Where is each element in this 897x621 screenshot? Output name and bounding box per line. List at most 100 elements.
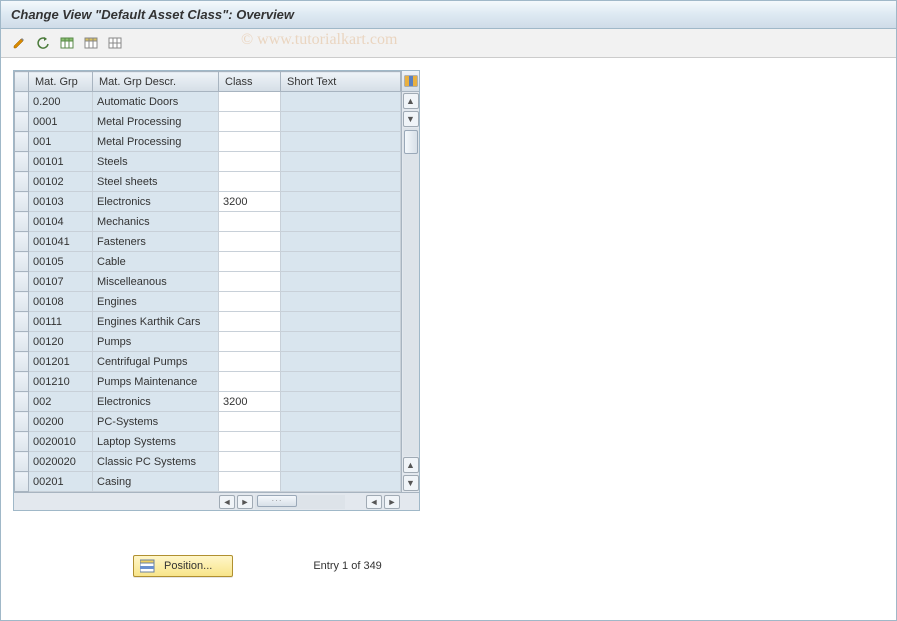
cell-class[interactable] <box>219 372 281 392</box>
cell-mat-grp[interactable]: 00111 <box>29 312 93 332</box>
cell-mat-grp-descr[interactable]: Electronics <box>93 392 219 412</box>
cell-mat-grp[interactable]: 001210 <box>29 372 93 392</box>
cell-mat-grp-descr[interactable]: Classic PC Systems <box>93 452 219 472</box>
table-row[interactable]: 00111Engines Karthik Cars <box>15 312 401 332</box>
cell-mat-grp-descr[interactable]: Engines Karthik Cars <box>93 312 219 332</box>
cell-mat-grp[interactable]: 0020020 <box>29 452 93 472</box>
table-row[interactable]: 001041Fasteners <box>15 232 401 252</box>
cell-mat-grp-descr[interactable]: Electronics <box>93 192 219 212</box>
cell-class[interactable] <box>219 272 281 292</box>
table-row[interactable]: 00200PC-Systems <box>15 412 401 432</box>
row-selector[interactable] <box>15 292 29 312</box>
cell-class[interactable]: 3200 <box>219 192 281 212</box>
row-selector[interactable] <box>15 452 29 472</box>
col-header-mat-grp[interactable]: Mat. Grp <box>29 72 93 92</box>
cell-short-text[interactable] <box>281 452 401 472</box>
table-row[interactable]: 00102Steel sheets <box>15 172 401 192</box>
cell-mat-grp[interactable]: 00107 <box>29 272 93 292</box>
cell-class[interactable] <box>219 432 281 452</box>
cell-mat-grp[interactable]: 00103 <box>29 192 93 212</box>
cell-class[interactable] <box>219 252 281 272</box>
cell-mat-grp-descr[interactable]: Miscelleanous <box>93 272 219 292</box>
scroll-up-bottom-icon[interactable]: ▲ <box>403 457 419 473</box>
cell-class[interactable] <box>219 212 281 232</box>
row-selector[interactable] <box>15 412 29 432</box>
row-selector[interactable] <box>15 392 29 412</box>
table-row[interactable]: 00107Miscelleanous <box>15 272 401 292</box>
row-selector[interactable] <box>15 352 29 372</box>
cell-class[interactable] <box>219 472 281 492</box>
cell-mat-grp[interactable]: 0.200 <box>29 92 93 112</box>
scroll-down-bottom-icon[interactable]: ▼ <box>403 475 419 491</box>
row-selector[interactable] <box>15 372 29 392</box>
cell-class[interactable] <box>219 132 281 152</box>
horizontal-scrollbar[interactable]: ◄ ► ··· ◄ ► <box>14 492 419 510</box>
scroll-right-end-icon[interactable]: ► <box>384 495 400 509</box>
row-selector[interactable] <box>15 112 29 132</box>
row-selector[interactable] <box>15 472 29 492</box>
position-button[interactable]: Position... <box>133 555 233 577</box>
cell-class[interactable] <box>219 112 281 132</box>
table-row[interactable]: 001Metal Processing <box>15 132 401 152</box>
cell-mat-grp-descr[interactable]: Metal Processing <box>93 112 219 132</box>
cell-class[interactable] <box>219 332 281 352</box>
table-row[interactable]: 00108Engines <box>15 292 401 312</box>
cell-short-text[interactable] <box>281 412 401 432</box>
cell-short-text[interactable] <box>281 332 401 352</box>
cell-short-text[interactable] <box>281 152 401 172</box>
col-header-class[interactable]: Class <box>219 72 281 92</box>
cell-mat-grp[interactable]: 00200 <box>29 412 93 432</box>
cell-mat-grp-descr[interactable]: Laptop Systems <box>93 432 219 452</box>
hscroll-track[interactable]: ··· <box>255 495 345 509</box>
vertical-scrollbar[interactable]: ▲ ▼ ▲ ▼ <box>401 71 419 492</box>
cell-short-text[interactable] <box>281 432 401 452</box>
table-blank-icon[interactable] <box>105 33 125 53</box>
undo-icon[interactable] <box>33 33 53 53</box>
cell-class[interactable] <box>219 352 281 372</box>
cell-mat-grp-descr[interactable]: PC-Systems <box>93 412 219 432</box>
cell-mat-grp[interactable]: 0001 <box>29 112 93 132</box>
cell-class[interactable] <box>219 172 281 192</box>
cell-short-text[interactable] <box>281 132 401 152</box>
cell-mat-grp-descr[interactable]: Pumps Maintenance <box>93 372 219 392</box>
row-selector[interactable] <box>15 252 29 272</box>
table-row[interactable]: 002Electronics3200 <box>15 392 401 412</box>
table-row[interactable]: 0.200Automatic Doors <box>15 92 401 112</box>
cell-mat-grp-descr[interactable]: Casing <box>93 472 219 492</box>
cell-mat-grp[interactable]: 00102 <box>29 172 93 192</box>
table-green-icon[interactable] <box>57 33 77 53</box>
cell-short-text[interactable] <box>281 192 401 212</box>
cell-short-text[interactable] <box>281 292 401 312</box>
cell-mat-grp[interactable]: 001 <box>29 132 93 152</box>
table-row[interactable]: 00103Electronics3200 <box>15 192 401 212</box>
cell-mat-grp-descr[interactable]: Pumps <box>93 332 219 352</box>
cell-short-text[interactable] <box>281 372 401 392</box>
cell-mat-grp-descr[interactable]: Steels <box>93 152 219 172</box>
row-selector[interactable] <box>15 192 29 212</box>
row-selector[interactable] <box>15 272 29 292</box>
row-selector[interactable] <box>15 212 29 232</box>
cell-short-text[interactable] <box>281 352 401 372</box>
scroll-up-icon[interactable]: ▲ <box>403 93 419 109</box>
row-selector[interactable] <box>15 312 29 332</box>
row-selector[interactable] <box>15 132 29 152</box>
cell-short-text[interactable] <box>281 172 401 192</box>
cell-mat-grp[interactable]: 00120 <box>29 332 93 352</box>
cell-short-text[interactable] <box>281 472 401 492</box>
cell-short-text[interactable] <box>281 212 401 232</box>
table-row[interactable]: 001201Centrifugal Pumps <box>15 352 401 372</box>
cell-class[interactable] <box>219 292 281 312</box>
table-row[interactable]: 001210Pumps Maintenance <box>15 372 401 392</box>
cell-mat-grp[interactable]: 00201 <box>29 472 93 492</box>
vscroll-thumb[interactable] <box>404 130 418 154</box>
table-row[interactable]: 00101Steels <box>15 152 401 172</box>
table-open-icon[interactable] <box>81 33 101 53</box>
row-selector[interactable] <box>15 332 29 352</box>
scroll-left-end-icon[interactable]: ◄ <box>366 495 382 509</box>
col-header-short-text[interactable]: Short Text <box>281 72 401 92</box>
row-selector[interactable] <box>15 232 29 252</box>
cell-mat-grp-descr[interactable]: Centrifugal Pumps <box>93 352 219 372</box>
cell-class[interactable] <box>219 232 281 252</box>
row-selector-header[interactable] <box>15 72 29 92</box>
table-row[interactable]: 00104Mechanics <box>15 212 401 232</box>
